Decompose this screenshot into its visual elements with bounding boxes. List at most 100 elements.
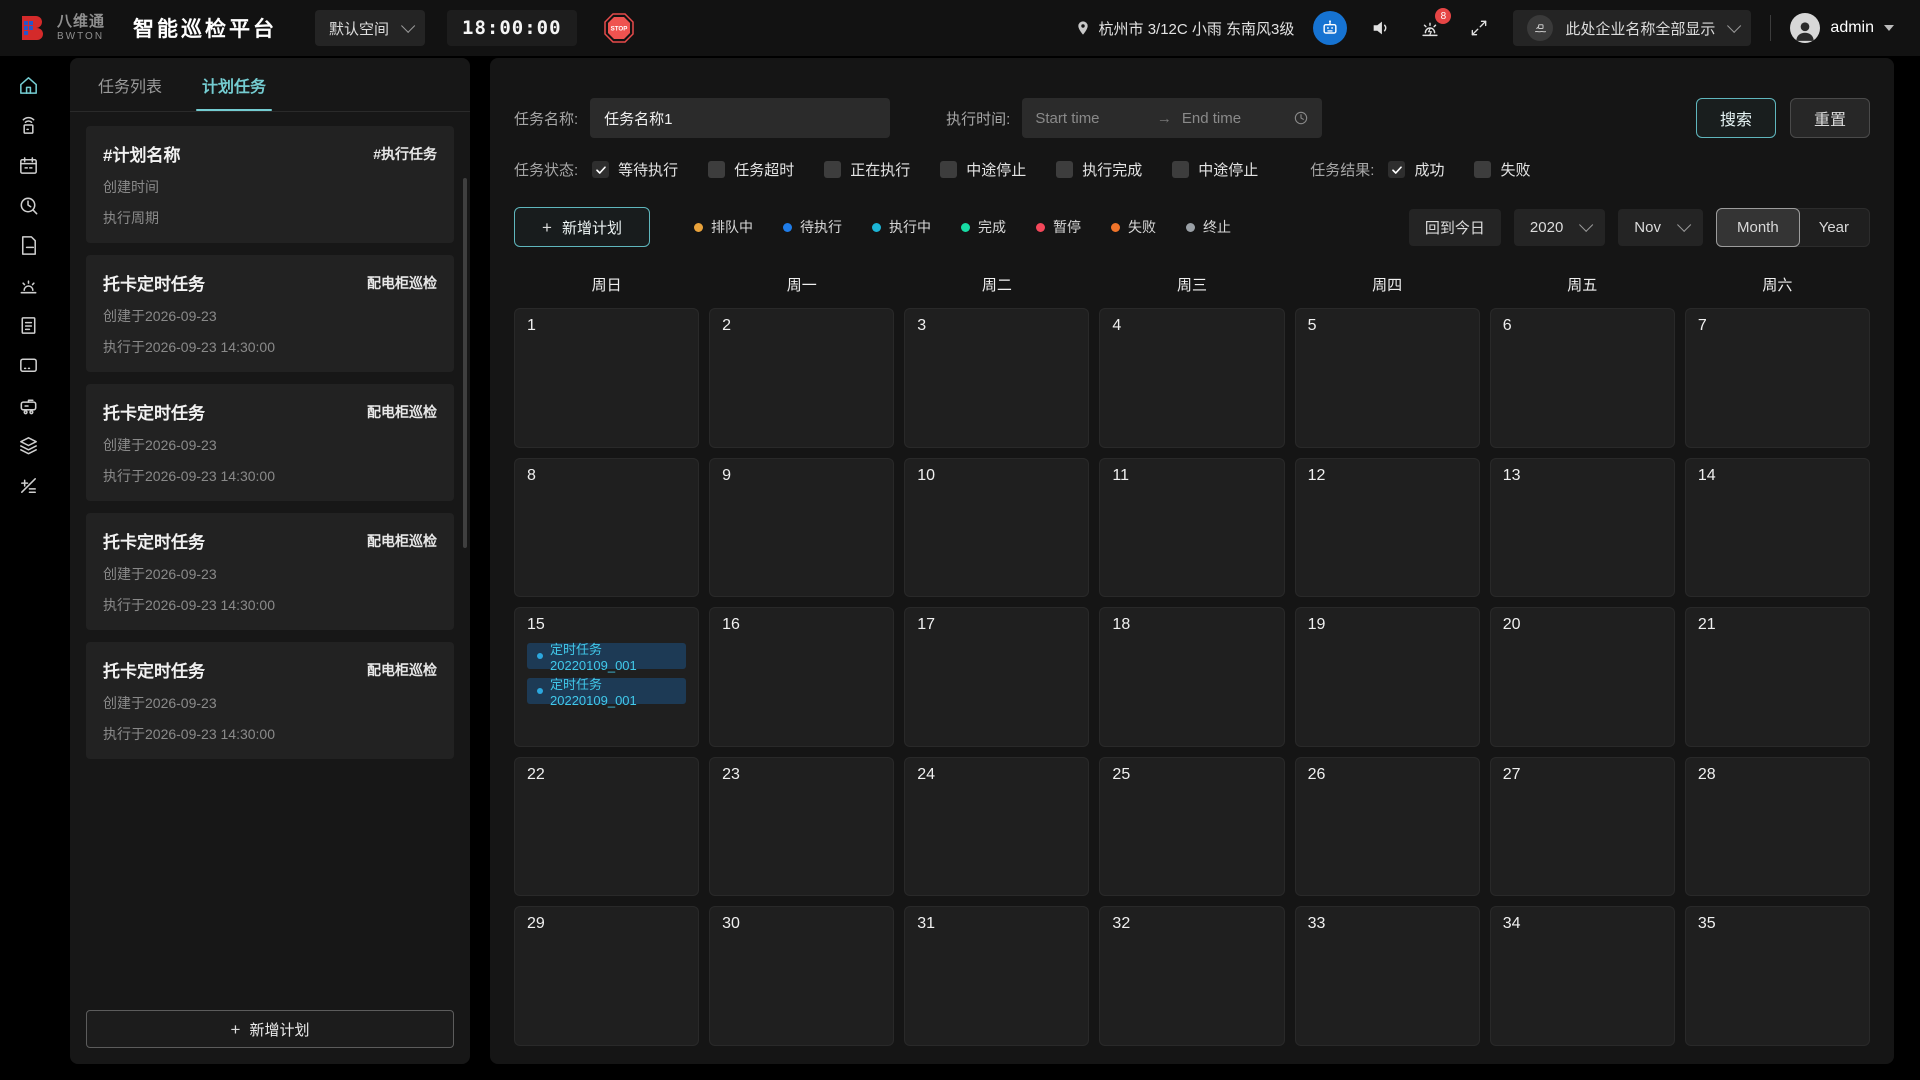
- calendar-day-cell[interactable]: 10: [904, 458, 1089, 598]
- plan-card-badge: 配电柜巡检: [367, 660, 437, 680]
- calendar-day-cell[interactable]: 4: [1099, 308, 1284, 448]
- day-number: 3: [917, 317, 1076, 335]
- scrollbar-thumb[interactable]: [463, 178, 467, 548]
- plan-card[interactable]: 托卡定时任务配电柜巡检创建于2026-09-23执行于2026-09-23 14…: [86, 384, 454, 501]
- sidebar-item-alarm-light[interactable]: [11, 276, 45, 300]
- calendar-day-cell[interactable]: 3: [904, 308, 1089, 448]
- view-toggle-year[interactable]: Year: [1799, 209, 1869, 246]
- calendar-day-cell[interactable]: 25: [1099, 757, 1284, 897]
- calendar-day-cell[interactable]: 6: [1490, 308, 1675, 448]
- sidebar-item-home[interactable]: [11, 76, 45, 100]
- event-label: 定时任务20220109_001: [550, 674, 676, 708]
- sidebar-item-calendar[interactable]: [11, 156, 45, 180]
- legend-label: 暂停: [1053, 217, 1081, 237]
- sidebar-item-layers[interactable]: [11, 436, 45, 460]
- weather-text: 杭州市 3/12C 小雨 东南风3级: [1099, 18, 1295, 39]
- month-select[interactable]: Nov: [1618, 209, 1703, 246]
- calendar-day-cell[interactable]: 14: [1685, 458, 1870, 598]
- plan-card[interactable]: 托卡定时任务配电柜巡检创建于2026-09-23执行于2026-09-23 14…: [86, 642, 454, 759]
- calendar-day-cell[interactable]: 22: [514, 757, 699, 897]
- calendar-day-cell[interactable]: 24: [904, 757, 1089, 897]
- event-label: 定时任务20220109_001: [550, 639, 676, 673]
- plan-card[interactable]: #计划名称#执行任务创建时间执行周期: [86, 126, 454, 243]
- status-option[interactable]: 正在执行: [824, 159, 910, 180]
- calendar-day-cell[interactable]: 19: [1295, 607, 1480, 747]
- assistant-button[interactable]: [1313, 11, 1347, 45]
- calendar-day-cell[interactable]: 28: [1685, 757, 1870, 897]
- day-number: 28: [1698, 766, 1857, 784]
- calendar-day-cell[interactable]: 23: [709, 757, 894, 897]
- task-panel-tabs: 任务列表计划任务: [70, 58, 470, 112]
- calendar-day-cell[interactable]: 31: [904, 906, 1089, 1046]
- weekday-label: 周四: [1295, 274, 1480, 295]
- calendar-day-cell[interactable]: 35: [1685, 906, 1870, 1046]
- checkbox-checked-icon: [1388, 161, 1405, 178]
- year-select[interactable]: 2020: [1514, 209, 1605, 246]
- calendar-day-cell[interactable]: 30: [709, 906, 894, 1046]
- calendar-day-cell[interactable]: 12: [1295, 458, 1480, 598]
- calendar-day-cell[interactable]: 29: [514, 906, 699, 1046]
- view-toggle-month[interactable]: Month: [1716, 208, 1800, 247]
- user-menu[interactable]: admin: [1790, 13, 1894, 43]
- task-result-label: 任务结果:: [1310, 159, 1374, 180]
- space-select[interactable]: 默认空间: [315, 10, 425, 46]
- calendar-day-cell[interactable]: 27: [1490, 757, 1675, 897]
- tab-1[interactable]: 计划任务: [202, 58, 266, 111]
- calendar-day-cell[interactable]: 7: [1685, 308, 1870, 448]
- tab-0[interactable]: 任务列表: [98, 58, 162, 111]
- calendar-event-chip[interactable]: 定时任务20220109_001: [527, 643, 686, 669]
- notifications-button[interactable]: 8: [1415, 13, 1445, 43]
- back-to-today-button[interactable]: 回到今日: [1409, 209, 1501, 246]
- calendar-day-cell[interactable]: 15定时任务20220109_001定时任务20220109_001: [514, 607, 699, 747]
- result-option[interactable]: 失败: [1474, 159, 1530, 180]
- time-range-picker[interactable]: Start time → End time: [1022, 98, 1322, 138]
- calendar-day-cell[interactable]: 5: [1295, 308, 1480, 448]
- fullscreen-button[interactable]: [1464, 13, 1494, 43]
- calendar-event-chip[interactable]: 定时任务20220109_001: [527, 678, 686, 704]
- calendar-day-cell[interactable]: 33: [1295, 906, 1480, 1046]
- stop-indicator[interactable]: STOP: [603, 12, 635, 44]
- sidebar-item-robot-car[interactable]: [11, 396, 45, 420]
- status-option[interactable]: 等待执行: [592, 159, 678, 180]
- calendar-day-cell[interactable]: 20: [1490, 607, 1675, 747]
- calendar-day-cell[interactable]: 17: [904, 607, 1089, 747]
- calendar-day-cell[interactable]: 1: [514, 308, 699, 448]
- task-name-input[interactable]: [590, 98, 890, 138]
- calendar-day-cell[interactable]: 26: [1295, 757, 1480, 897]
- status-option[interactable]: 中途停止: [1172, 159, 1258, 180]
- year-select-value: 2020: [1530, 219, 1563, 236]
- add-plan-button[interactable]: + 新增计划: [514, 207, 650, 247]
- calendar-day-cell[interactable]: 9: [709, 458, 894, 598]
- plan-card[interactable]: 托卡定时任务配电柜巡检创建于2026-09-23执行于2026-09-23 14…: [86, 513, 454, 630]
- checkbox-unchecked-icon: [1056, 161, 1073, 178]
- sidebar-item-document[interactable]: [11, 236, 45, 260]
- plan-card[interactable]: 托卡定时任务配电柜巡检创建于2026-09-23执行于2026-09-23 14…: [86, 255, 454, 372]
- search-button[interactable]: 搜索: [1696, 98, 1776, 138]
- sidebar-item-calculation[interactable]: [11, 476, 45, 500]
- calendar-day-cell[interactable]: 34: [1490, 906, 1675, 1046]
- alarm-light-icon: [17, 274, 40, 302]
- calendar-day-cell[interactable]: 11: [1099, 458, 1284, 598]
- result-option[interactable]: 成功: [1388, 159, 1444, 180]
- reset-button[interactable]: 重置: [1790, 98, 1870, 138]
- day-number: 1: [527, 317, 686, 335]
- calendar-day-cell[interactable]: 32: [1099, 906, 1284, 1046]
- legend-label: 终止: [1203, 217, 1231, 237]
- calendar-day-cell[interactable]: 13: [1490, 458, 1675, 598]
- calendar-day-cell[interactable]: 2: [709, 308, 894, 448]
- legend-dot-icon: [872, 223, 881, 232]
- calendar-day-cell[interactable]: 21: [1685, 607, 1870, 747]
- sidebar-item-monitor[interactable]: [11, 356, 45, 380]
- volume-button[interactable]: [1366, 13, 1396, 43]
- enterprise-select[interactable]: 此处企业名称全部显示: [1513, 10, 1751, 46]
- status-option[interactable]: 执行完成: [1056, 159, 1142, 180]
- add-plan-button-bottom[interactable]: + 新增计划: [86, 1010, 454, 1048]
- calendar-day-cell[interactable]: 18: [1099, 607, 1284, 747]
- status-option[interactable]: 任务超时: [708, 159, 794, 180]
- calendar-day-cell[interactable]: 16: [709, 607, 894, 747]
- sidebar-item-device-inspect[interactable]: [11, 116, 45, 140]
- calendar-day-cell[interactable]: 8: [514, 458, 699, 598]
- status-option[interactable]: 中途停止: [940, 159, 1026, 180]
- sidebar-item-time-search[interactable]: [11, 196, 45, 220]
- sidebar-item-report-list[interactable]: [11, 316, 45, 340]
